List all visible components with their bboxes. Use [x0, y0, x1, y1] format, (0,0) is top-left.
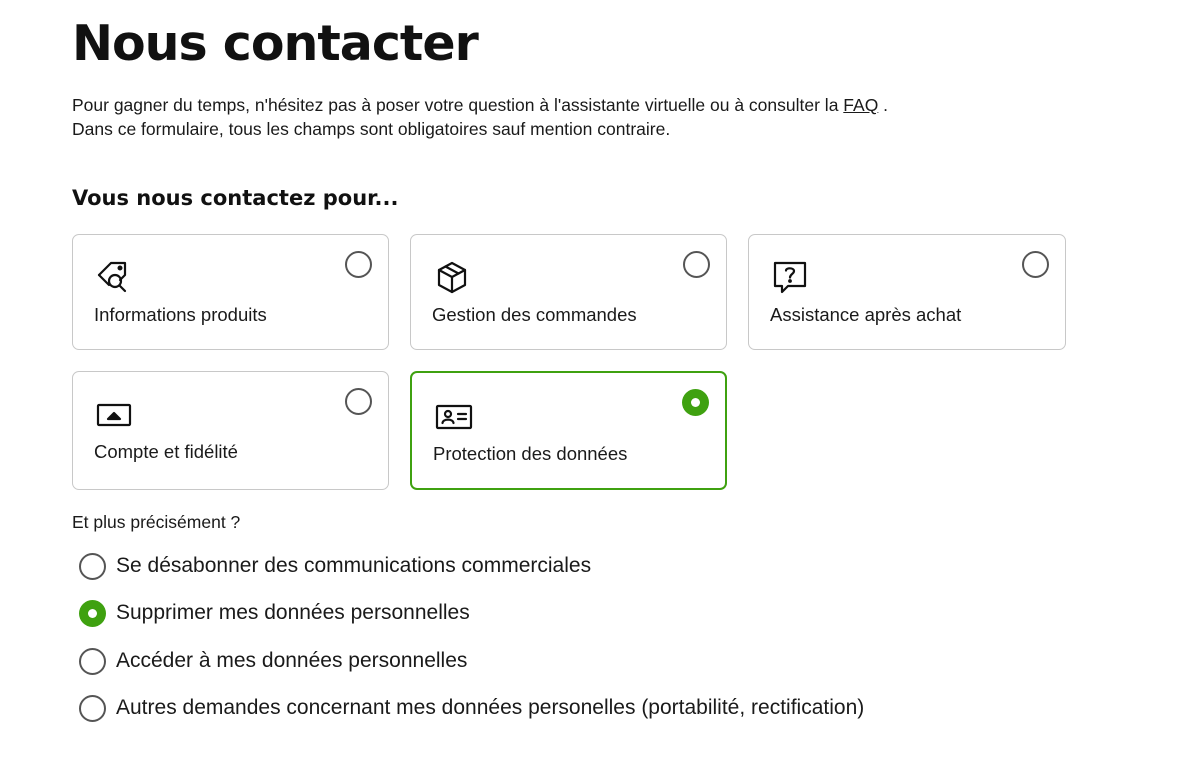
- topics-heading: Vous nous contactez pour...: [72, 186, 399, 210]
- topic-card-label: Informations produits: [94, 304, 267, 325]
- topic-card-label: Gestion des commandes: [432, 304, 637, 325]
- question-bubble-icon: [771, 259, 809, 297]
- intro-line-1: Pour gagner du temps, n'hésitez pas à po…: [72, 93, 888, 117]
- detail-radio[interactable]: [79, 648, 106, 675]
- intro-line-2: Dans ce formulaire, tous les champs sont…: [72, 119, 671, 139]
- topic-card-assistance-apres-achat[interactable]: Assistance après achat: [748, 234, 1066, 350]
- package-box-icon: [433, 259, 471, 297]
- tag-search-icon: [95, 259, 133, 297]
- detail-option-label: Autres demandes concernant mes données p…: [116, 696, 865, 719]
- topic-card-label: Assistance après achat: [770, 304, 962, 325]
- topic-radio[interactable]: [345, 388, 372, 415]
- details-heading: Et plus précisément ?: [72, 512, 241, 532]
- topic-card-compte-et-fidelite[interactable]: Compte et fidélité: [72, 371, 389, 490]
- detail-option-label: Accéder à mes données personnelles: [116, 649, 468, 672]
- faq-link[interactable]: FAQ: [843, 95, 878, 115]
- account-card-icon: [95, 398, 133, 436]
- topic-card-gestion-des-commandes[interactable]: Gestion des commandes: [410, 234, 727, 350]
- topic-radio-selected[interactable]: [682, 389, 709, 416]
- intro-line-1-text: Pour gagner du temps, n'hésitez pas à po…: [72, 95, 844, 115]
- topic-radio[interactable]: [683, 251, 710, 278]
- intro-line-1-end: .: [878, 95, 889, 115]
- topic-card-informations-produits[interactable]: Informations produits: [72, 234, 389, 350]
- topic-radio[interactable]: [1022, 251, 1049, 278]
- id-card-icon: [435, 400, 473, 438]
- topic-card-label: Protection des données: [433, 443, 628, 464]
- detail-radio-selected[interactable]: [79, 600, 106, 627]
- detail-option-label: Supprimer mes données personnelles: [116, 601, 470, 624]
- topic-card-label: Compte et fidélité: [94, 441, 238, 462]
- detail-radio[interactable]: [79, 553, 106, 580]
- topic-radio[interactable]: [345, 251, 372, 278]
- intro-text: Pour gagner du temps, n'hésitez pas à po…: [72, 93, 888, 141]
- page-title: Nous contacter: [72, 15, 479, 72]
- detail-option-label: Se désabonner des communications commerc…: [116, 554, 592, 577]
- topic-card-protection-des-donnees[interactable]: Protection des données: [410, 371, 727, 490]
- detail-radio[interactable]: [79, 695, 106, 722]
